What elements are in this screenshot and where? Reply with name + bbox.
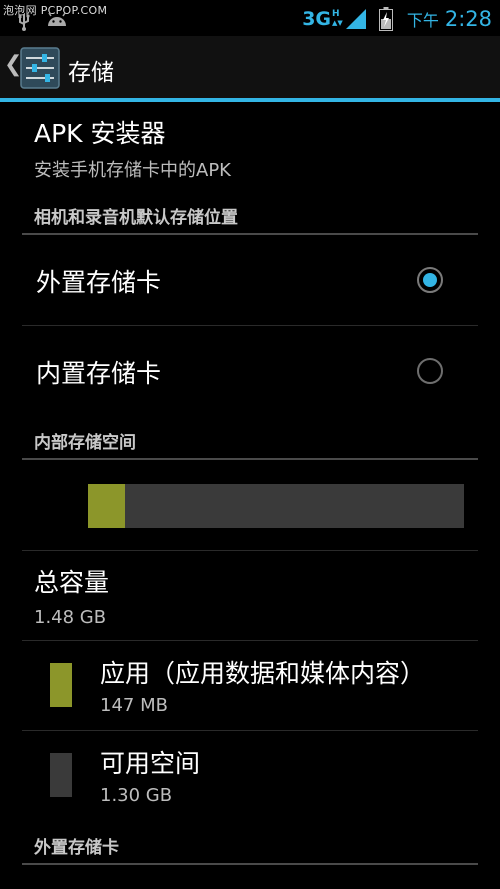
available-space-item[interactable]: 可用空间 1.30 GB	[22, 731, 478, 819]
page-title: 存储	[68, 60, 114, 86]
android-icon	[48, 12, 66, 26]
total-capacity-item: 总容量 1.48 GB	[34, 563, 474, 633]
section-header-default-location: 相机和录音机默认存储位置	[34, 208, 238, 228]
battery-charging-icon	[378, 7, 393, 31]
action-bar-underline	[0, 98, 500, 102]
apps-usage-value: 147 MB	[100, 695, 168, 716]
network-sub: H ▲▼	[332, 9, 343, 28]
status-bar: 泡泡网 PCPOP.COM 3G H ▲▼ 下午 2:28	[0, 0, 500, 36]
apps-usage-label: 应用（应用数据和媒体内容）	[100, 659, 426, 688]
section-divider	[22, 863, 478, 865]
option-external-label: 外置存储卡	[36, 268, 162, 297]
option-internal-card[interactable]: 内置存储卡	[22, 326, 478, 414]
status-right: 3G H ▲▼ 下午 2:28	[302, 6, 492, 32]
apps-color-swatch	[50, 663, 72, 707]
option-internal-label: 内置存储卡	[36, 359, 162, 388]
settings-sliders-icon[interactable]	[20, 47, 60, 89]
available-color-swatch	[50, 753, 72, 797]
apps-usage-item[interactable]: 应用（应用数据和媒体内容） 147 MB	[22, 641, 478, 729]
total-capacity-label: 总容量	[34, 568, 110, 597]
time-ampm: 下午	[406, 11, 439, 30]
section-divider	[22, 458, 478, 460]
storage-usage-bar	[88, 484, 464, 528]
network-type: 3G	[302, 8, 332, 30]
section-header-internal-storage: 内部存储空间	[34, 433, 136, 453]
apk-installer-summary: 安装手机存储卡中的APK	[34, 160, 231, 181]
section-divider	[22, 233, 478, 235]
radio-selected-icon[interactable]	[417, 267, 443, 293]
total-capacity-value: 1.48 GB	[34, 607, 107, 628]
apk-installer-item[interactable]: APK 安装器 安装手机存储卡中的APK	[34, 114, 474, 188]
storage-usage-fill	[88, 484, 126, 528]
available-space-value: 1.30 GB	[100, 785, 173, 806]
divider	[22, 550, 478, 551]
available-space-label: 可用空间	[100, 749, 201, 778]
clock: 2:28	[444, 7, 492, 31]
apk-installer-title: APK 安装器	[34, 119, 166, 148]
radio-unselected-icon[interactable]	[417, 358, 443, 384]
option-external-card[interactable]: 外置存储卡	[22, 236, 478, 324]
section-header-external-storage: 外置存储卡	[34, 838, 119, 858]
usb-icon	[18, 14, 30, 31]
signal-icon	[345, 9, 366, 29]
